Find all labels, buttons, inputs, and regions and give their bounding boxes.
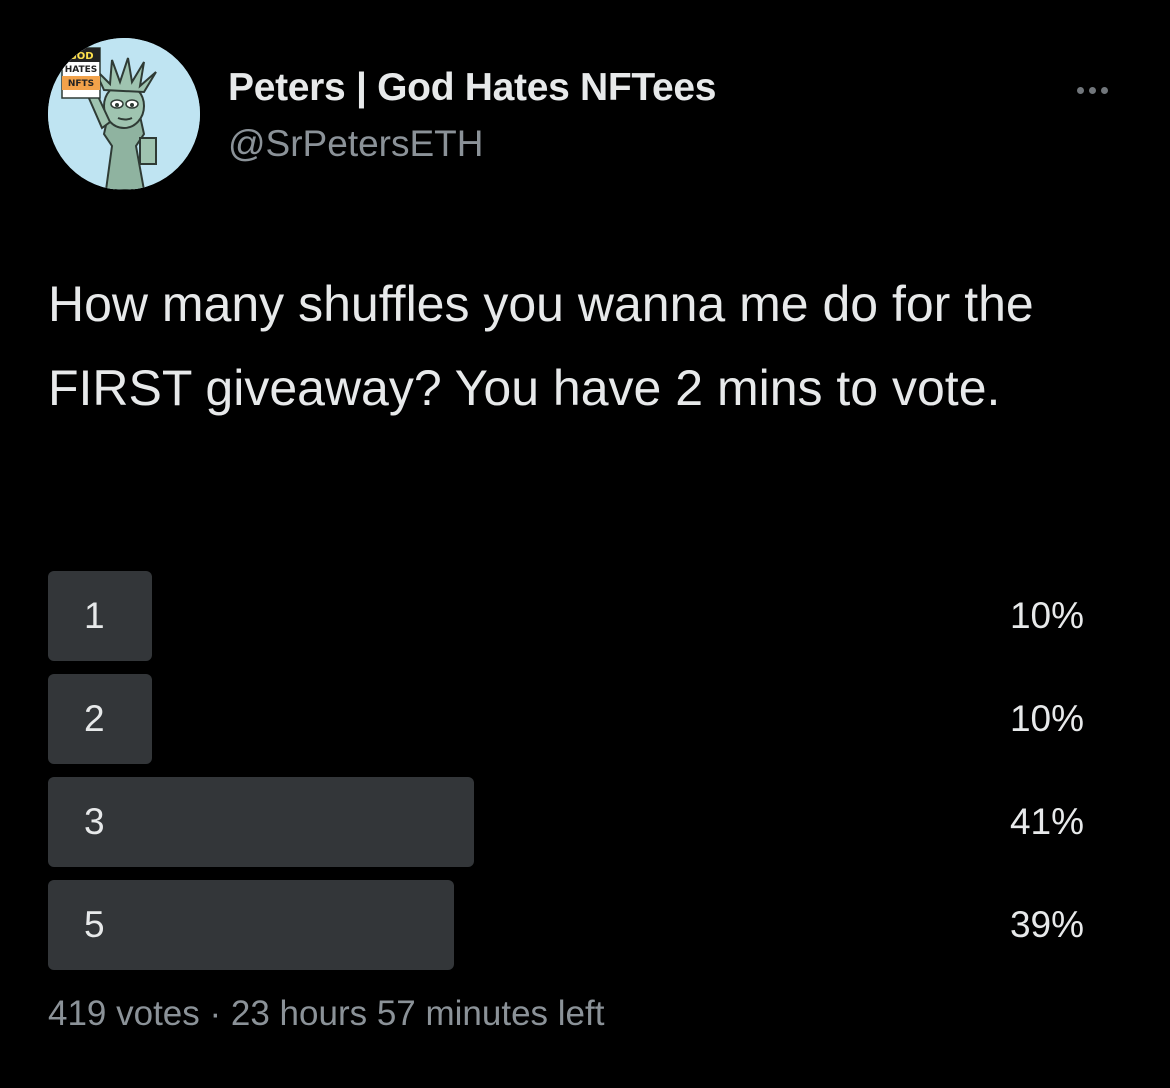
poll-option-percent: 41% xyxy=(1009,801,1084,842)
more-options-button[interactable] xyxy=(1062,70,1122,110)
poll-option[interactable]: 1 10% xyxy=(48,571,1088,661)
more-dot-icon xyxy=(1076,86,1084,94)
poll-time-left: 23 hours 57 minutes left xyxy=(230,994,605,1033)
poll-option-label: 5 xyxy=(84,904,105,945)
poll-bar xyxy=(48,880,454,970)
poll-option-label: 2 xyxy=(84,698,105,739)
poll-option-percent: 10% xyxy=(1009,698,1084,739)
avatar-sign-line-3: NFTS xyxy=(68,79,94,89)
avatar[interactable]: GOD HATES NFTS xyxy=(48,38,200,190)
poll-option[interactable]: 2 10% xyxy=(48,674,1088,764)
poll-option[interactable]: 3 41% xyxy=(48,777,1088,867)
poll-option-percent: 10% xyxy=(1009,595,1084,636)
tweet-card: GOD HATES NFTS Peters | God Hates NFTees… xyxy=(0,0,1170,1088)
author-handle[interactable]: @SrPetersETH xyxy=(228,123,484,165)
poll-option-label: 3 xyxy=(84,801,105,842)
avatar-sign-line-2: HATES xyxy=(65,65,98,75)
tweet-text: How many shuffles you wanna me do for th… xyxy=(48,276,1034,416)
poll-option-percent: 39% xyxy=(1009,904,1084,945)
poll: 1 10% 2 10% 3 41% 5 39% xyxy=(48,571,1088,983)
poll-footer: 419 votes · 23 hours 57 minutes left xyxy=(48,994,604,1034)
more-dot-icon xyxy=(1100,86,1108,94)
poll-option[interactable]: 5 39% xyxy=(48,880,1088,970)
author-display-name[interactable]: Peters | God Hates NFTees xyxy=(228,66,717,110)
avatar-sign-line-1: GOD xyxy=(68,51,93,62)
poll-option-label: 1 xyxy=(84,595,105,636)
poll-vote-count: 419 votes xyxy=(48,994,200,1033)
poll-bar xyxy=(48,777,475,867)
more-dot-icon xyxy=(1088,86,1096,94)
poll-footer-separator: · xyxy=(209,994,222,1033)
statue-of-liberty-avatar-icon: GOD HATES NFTS xyxy=(48,38,200,190)
